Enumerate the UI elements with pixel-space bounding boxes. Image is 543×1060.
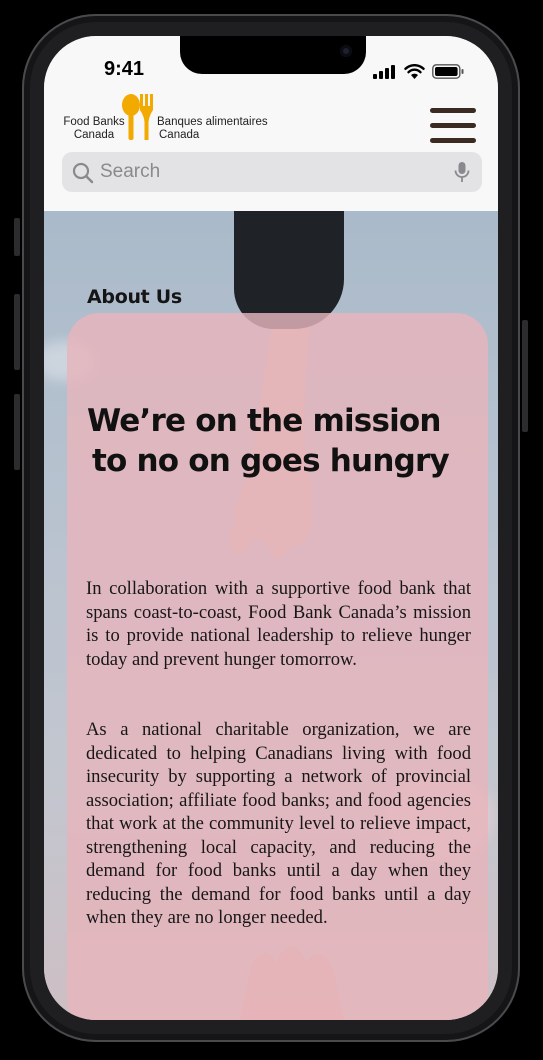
section-label-about-us: About Us — [87, 286, 182, 308]
spoon-fork-logo-icon — [122, 94, 153, 140]
mission-paragraph-2: As a national charitable organization, w… — [86, 719, 471, 928]
battery-icon — [432, 64, 464, 79]
screen: 9:41 Food Banks Canada Banques alimentai… — [44, 36, 498, 1020]
volume-up-button — [14, 294, 20, 370]
logo-text-english: Food Banks Canada — [63, 116, 125, 141]
search-icon — [72, 162, 94, 184]
cellular-signal-icon — [373, 64, 395, 79]
search-placeholder: Search — [100, 161, 161, 182]
hamburger-menu-icon — [430, 108, 476, 113]
sleeve-image — [234, 211, 344, 329]
hamburger-menu-button[interactable] — [430, 108, 476, 144]
logo-text-french: Banques alimentaires Canada — [157, 116, 268, 141]
front-camera — [340, 45, 352, 57]
site-header: Food Banks Canada Banques alimentaires C… — [44, 92, 498, 211]
food-banks-canada-logo[interactable]: Food Banks Canada Banques alimentaires C… — [62, 94, 272, 148]
notch — [180, 36, 366, 74]
microphone-icon[interactable] — [454, 161, 470, 183]
mute-switch — [14, 218, 20, 256]
wifi-icon — [404, 64, 425, 79]
mission-paragraph-1: In collaboration with a supportive food … — [86, 578, 471, 670]
search-input[interactable]: Search — [62, 152, 482, 192]
status-icons — [373, 64, 464, 79]
mission-title: We’re on the mission to no on goes hungr… — [87, 403, 450, 479]
power-button — [522, 320, 528, 432]
status-time: 9:41 — [104, 58, 145, 80]
volume-down-button — [14, 394, 20, 470]
mission-card: We’re on the mission to no on goes hungr… — [67, 313, 488, 1020]
